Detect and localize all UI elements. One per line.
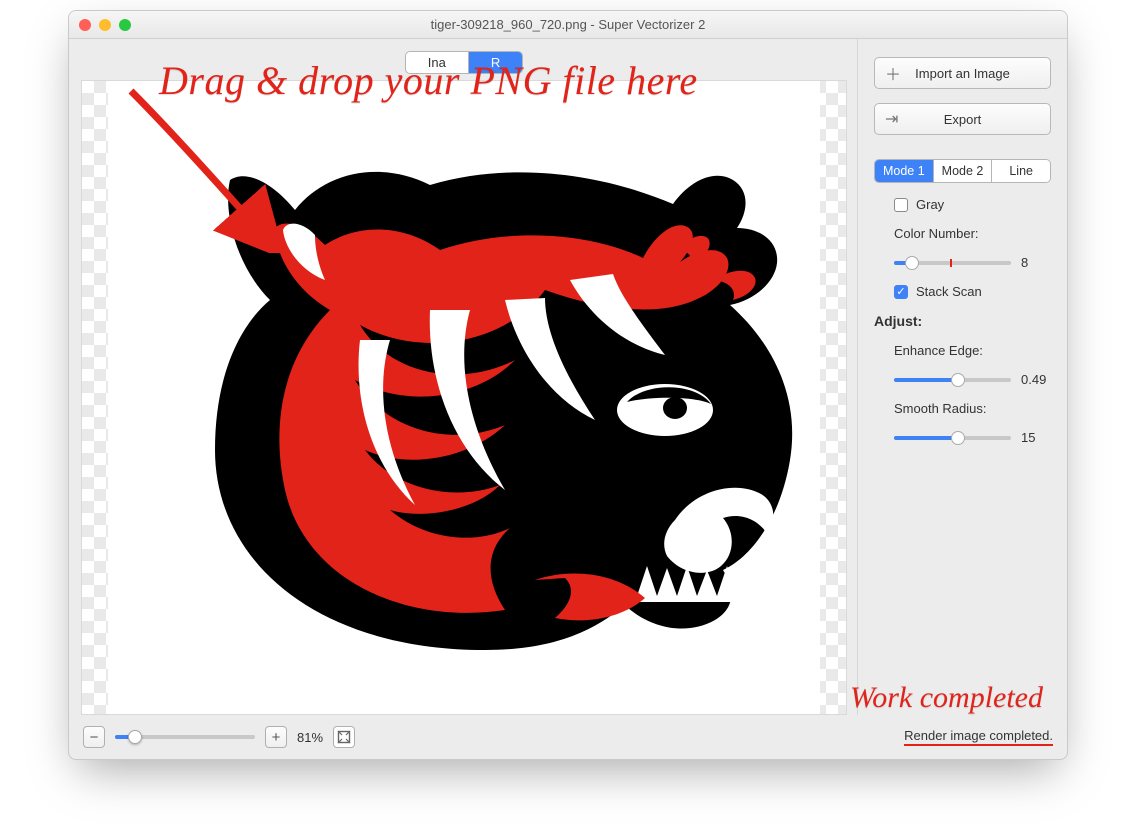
color-number-value: 8 <box>1021 255 1051 270</box>
slider-thumb[interactable] <box>951 373 965 387</box>
vectorized-image <box>175 150 815 670</box>
zoom-slider[interactable] <box>115 735 255 739</box>
sidebar: ＋ Import an Image ⇥ Export Mode 1 Mode 2… <box>857 39 1067 715</box>
stack-scan-row[interactable]: ✓ Stack Scan <box>874 284 1051 299</box>
canvas-viewport[interactable] <box>81 80 847 715</box>
status-text: Render image completed. <box>904 728 1053 746</box>
segment-result[interactable]: R <box>469 52 522 73</box>
adjust-heading: Adjust: <box>874 313 1051 329</box>
mode-segmented[interactable]: Mode 1 Mode 2 Line <box>874 159 1051 183</box>
mode-line[interactable]: Line <box>992 160 1050 182</box>
canvas-area: Ina R <box>69 39 857 715</box>
zoom-in-button[interactable]: + <box>265 726 287 748</box>
plus-icon: ＋ <box>885 61 901 85</box>
smooth-value: 15 <box>1021 430 1051 445</box>
body: Ina R <box>69 39 1067 715</box>
view-segmented[interactable]: Ina R <box>405 51 523 74</box>
gray-label: Gray <box>916 197 944 212</box>
zoom-out-button[interactable]: − <box>83 726 105 748</box>
export-button[interactable]: ⇥ Export <box>874 103 1051 135</box>
mode-1[interactable]: Mode 1 <box>875 160 934 182</box>
segment-original[interactable]: Ina <box>406 52 469 73</box>
color-number-slider[interactable]: 8 <box>874 255 1051 270</box>
stack-scan-checkbox[interactable]: ✓ <box>894 285 908 299</box>
smooth-slider[interactable]: 15 <box>874 430 1051 445</box>
expand-icon <box>337 730 351 744</box>
slider-mark <box>950 259 952 267</box>
slider-thumb[interactable] <box>951 431 965 445</box>
slider-thumb[interactable] <box>128 730 142 744</box>
enhance-value: 0.49 <box>1021 372 1051 387</box>
fit-to-screen-button[interactable] <box>333 726 355 748</box>
smooth-label: Smooth Radius: <box>874 401 1051 416</box>
gray-checkbox[interactable] <box>894 198 908 212</box>
app-window: tiger-309218_960_720.png - Super Vectori… <box>68 10 1068 760</box>
footer: − + 81% Render image completed. <box>69 715 1067 759</box>
gray-row[interactable]: Gray <box>874 197 1051 212</box>
enhance-label: Enhance Edge: <box>874 343 1051 358</box>
titlebar[interactable]: tiger-309218_960_720.png - Super Vectori… <box>69 11 1067 39</box>
window-title: tiger-309218_960_720.png - Super Vectori… <box>69 17 1067 32</box>
export-icon: ⇥ <box>885 109 898 129</box>
import-button[interactable]: ＋ Import an Image <box>874 57 1051 89</box>
zoom-value: 81% <box>297 730 323 745</box>
enhance-slider[interactable]: 0.49 <box>874 372 1051 387</box>
stack-scan-label: Stack Scan <box>916 284 982 299</box>
mode-2[interactable]: Mode 2 <box>934 160 993 182</box>
color-number-label: Color Number: <box>874 226 1051 241</box>
slider-thumb[interactable] <box>905 256 919 270</box>
